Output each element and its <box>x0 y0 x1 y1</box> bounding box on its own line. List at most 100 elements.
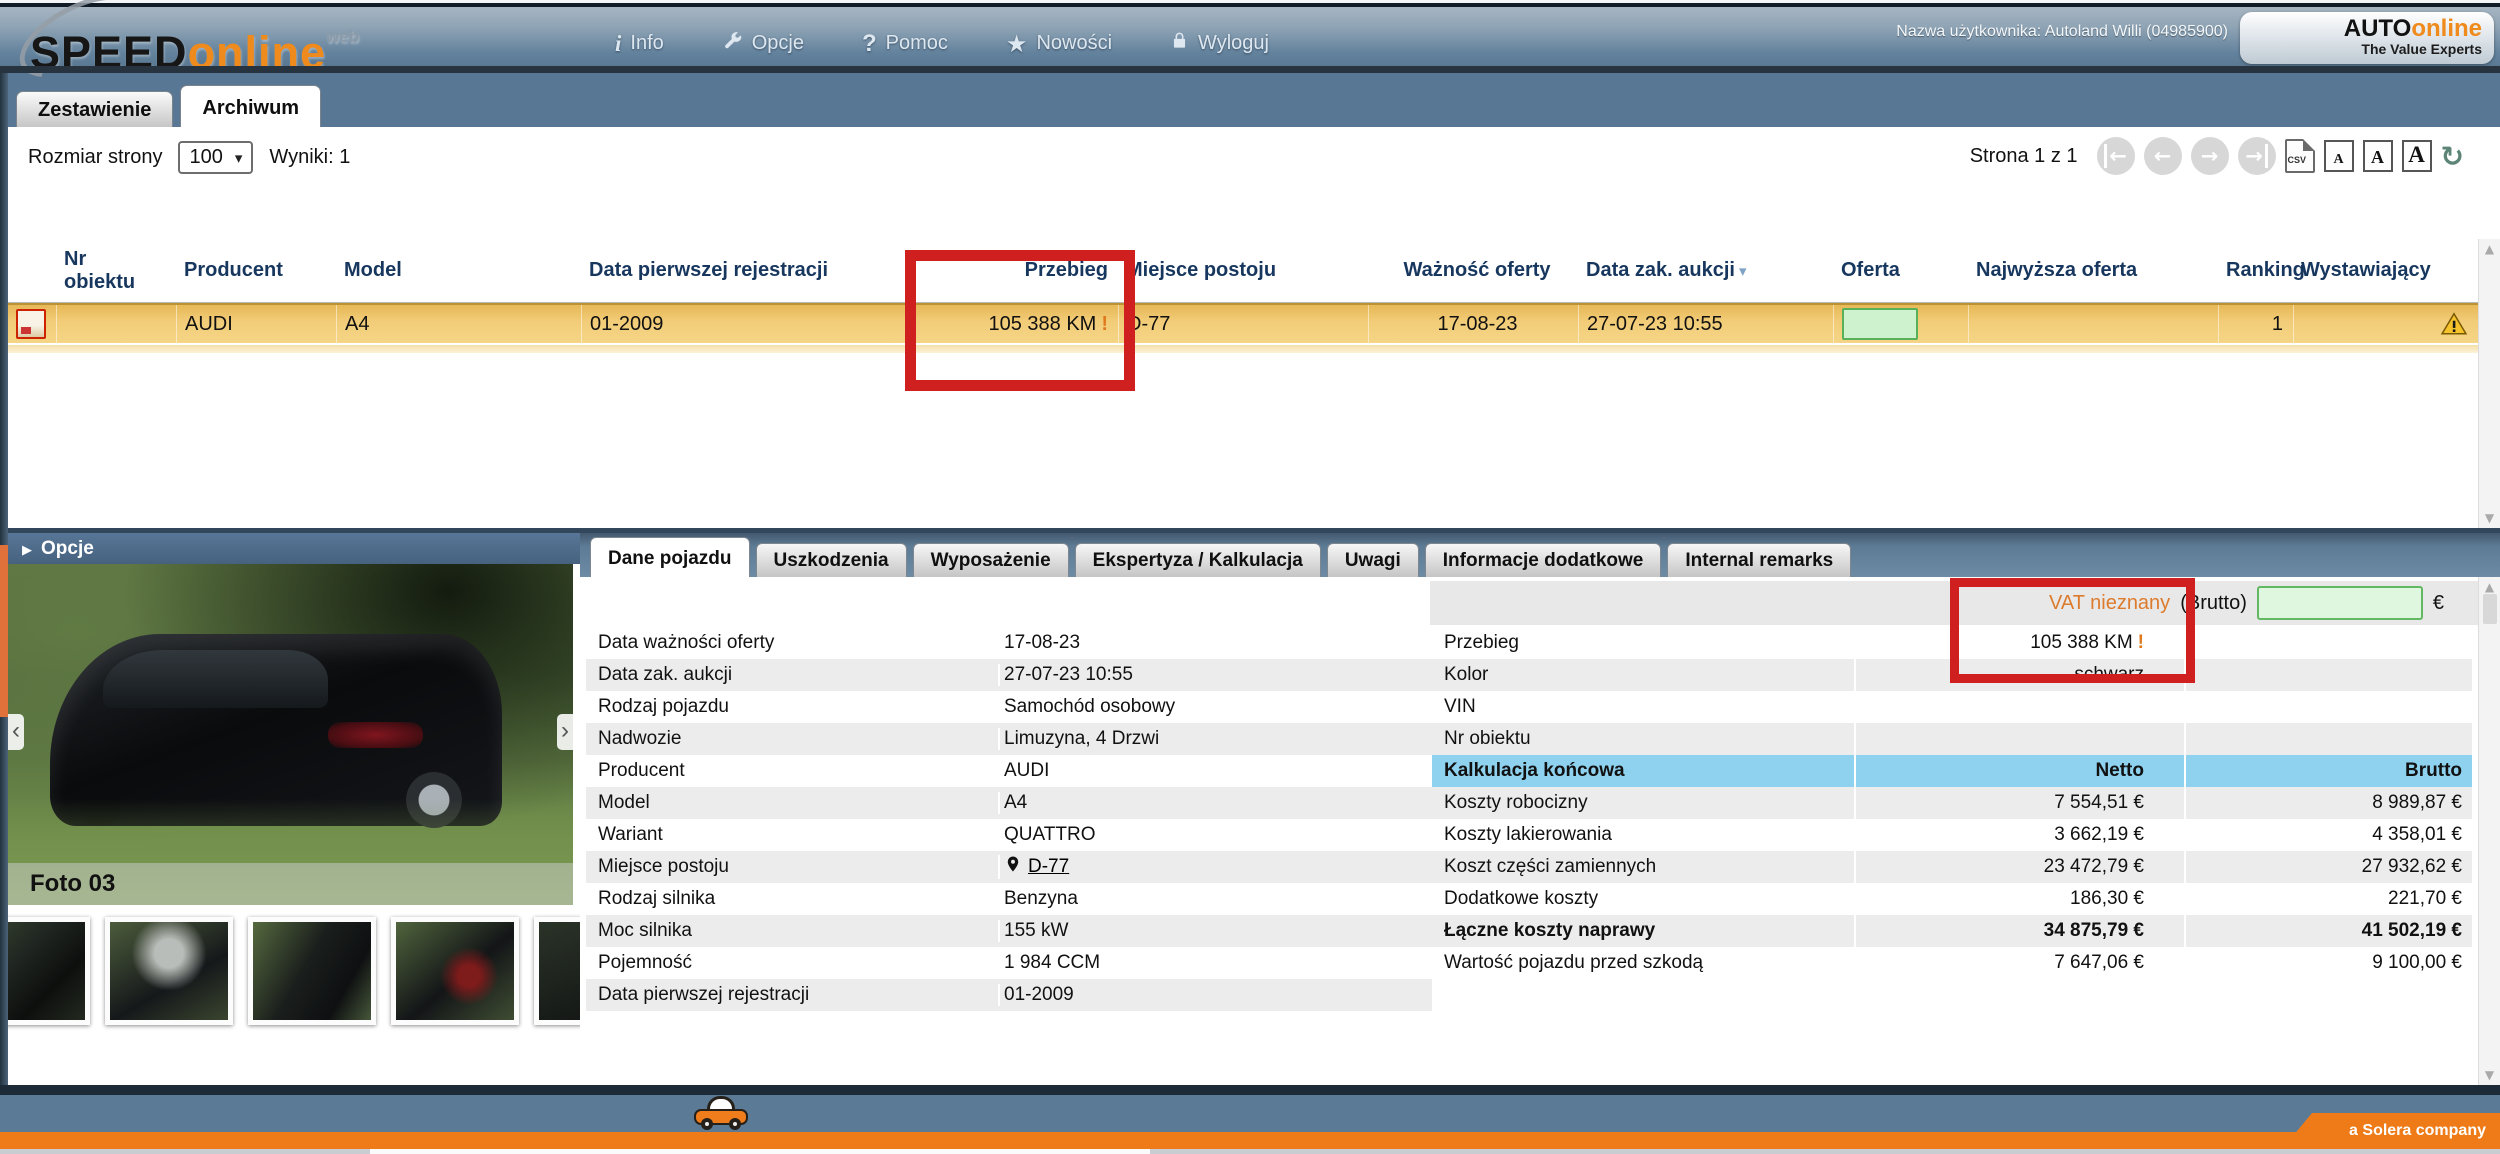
detail-scrollbar[interactable]: ▲ ▼ <box>2478 577 2500 1085</box>
thumbnail-1[interactable] <box>8 917 90 1025</box>
next-page-button[interactable]: → <box>2191 137 2229 175</box>
column-miejsce-postoju[interactable]: Miejsce postoju <box>1118 259 1368 282</box>
row-photo-cell[interactable] <box>8 305 56 343</box>
vat-label: VAT nieznany <box>2049 592 2170 615</box>
last-page-icon: → <box>2245 144 2268 168</box>
tab-uszkodzenia[interactable]: Uszkodzenia <box>756 543 907 577</box>
nav-item-opcje[interactable]: Opcje <box>722 30 804 57</box>
photo-panel: Foto 03 ‹ › <box>8 564 580 1085</box>
field-row: ProducentAUDI <box>586 755 1432 787</box>
row-nr-obiektu <box>56 305 176 343</box>
table-row[interactable]: AUDI A4 01-2009 105 388 KM! D-77 17-08-2… <box>8 303 2478 343</box>
nav-label-info: Info <box>630 32 663 55</box>
left-orange-marker <box>0 545 8 717</box>
thumbnail-4[interactable] <box>391 917 519 1025</box>
calc-row: Koszty lakierowania 3 662,19 € 4 358,01 … <box>1432 819 2472 851</box>
nav-item-pomoc[interactable]: ? Pomoc <box>862 30 948 58</box>
column-przebieg[interactable]: Przebieg <box>906 259 1118 282</box>
column-najwyzsza-oferta[interactable]: Najwyższa oferta <box>1968 259 2218 282</box>
photo-next-button[interactable]: › <box>557 714 573 750</box>
row-highlight-strip <box>8 345 2478 353</box>
field-row: WariantQUATTRO <box>586 819 1432 851</box>
page-size-controls: Rozmiar strony 100 ▾ Wyniki: 1 <box>28 141 350 174</box>
vehicle-detail-panel: VAT nieznany (Brutto) € Data ważności of… <box>580 577 2478 1085</box>
star-icon: ★ <box>1006 30 1028 58</box>
first-page-button[interactable]: ← <box>2097 137 2135 175</box>
first-page-icon: ← <box>2104 144 2127 168</box>
thumbnail-2[interactable] <box>105 917 233 1025</box>
column-model[interactable]: Model <box>336 259 581 282</box>
calc-title: Kalkulacja końcowa <box>1432 760 1854 782</box>
results-scrollbar[interactable]: ▲ ▼ <box>2478 239 2500 528</box>
oferta-input[interactable] <box>1842 308 1918 340</box>
field-row: Moc silnika155 kW <box>586 915 1432 947</box>
column-producent[interactable]: Producent <box>176 259 336 282</box>
tab-dane-pojazdu[interactable]: Dane pojazdu <box>590 537 750 577</box>
car-icon <box>694 1096 748 1130</box>
tab-informacje-dodatkowe[interactable]: Informacje dodatkowe <box>1425 543 1662 577</box>
prev-page-button[interactable]: ← <box>2144 137 2182 175</box>
column-nr-obiektu[interactable]: Nr obiektu <box>56 248 176 294</box>
nav-item-wyloguj[interactable]: Wyloguj <box>1170 31 1269 56</box>
column-wystawiajacy[interactable]: Wystawiający <box>2293 259 2478 282</box>
top-bar-shadow <box>0 66 2500 73</box>
scrollbar-thumb[interactable] <box>2483 594 2497 624</box>
calc-header-row: Kalkulacja końcowa Netto Brutto <box>1432 755 2472 787</box>
brand-online-text: online <box>2411 15 2482 42</box>
solera-branding: a Solera company <box>2282 1113 2500 1149</box>
font-size-medium-button[interactable]: A <box>2363 140 2393 172</box>
brand-auto-text: AUTO <box>2344 15 2412 42</box>
results-table-header: Nr obiektu Producent Model Data pierwsze… <box>8 239 2478 303</box>
photo-prev-button[interactable]: ‹ <box>8 714 24 750</box>
scroll-down-icon[interactable]: ▼ <box>2485 511 2494 525</box>
last-page-button[interactable]: → <box>2238 137 2276 175</box>
thumbnail-3[interactable] <box>248 917 376 1025</box>
options-collapse-bar[interactable]: ▶Opcje <box>8 533 580 564</box>
nav-label-opcje: Opcje <box>752 32 804 55</box>
chevron-down-icon: ▾ <box>235 149 243 167</box>
page-size-select[interactable]: 100 ▾ <box>178 141 253 174</box>
scroll-up-icon[interactable]: ▲ <box>2485 580 2494 594</box>
tab-internal-remarks[interactable]: Internal remarks <box>1667 543 1851 577</box>
vehicle-fields-right: Przebieg 105 388 KM! Kolor schwarz VIN N… <box>1432 627 2472 979</box>
scroll-down-icon[interactable]: ▼ <box>2485 1068 2494 1082</box>
column-oferta[interactable]: Oferta <box>1833 259 1968 282</box>
column-waznosc-oferty[interactable]: Ważność oferty <box>1368 259 1578 282</box>
field-row-vin: VIN <box>1432 691 2472 723</box>
calc-netto-header: Netto <box>1854 755 2184 787</box>
vat-brutto-label: (Brutto) <box>2180 592 2247 615</box>
lock-icon <box>1170 31 1189 56</box>
column-data-zak-aukcji[interactable]: Data zak. aukcji▾ <box>1578 259 1833 282</box>
field-row: Rodzaj pojazduSamochód osobowy <box>586 691 1432 723</box>
field-row-przebieg: Przebieg 105 388 KM! <box>1432 627 2472 659</box>
font-size-large-button[interactable]: A <box>2402 140 2432 172</box>
currency-symbol: € <box>2433 592 2444 615</box>
column-data-pierwszej-rejestracji[interactable]: Data pierwszej rejestracji <box>581 259 906 282</box>
field-row: Rodzaj silnikaBenzyna <box>586 883 1432 915</box>
field-row-kolor: Kolor schwarz <box>1432 659 2472 691</box>
photo-car-taillight <box>328 722 423 748</box>
photo-grass-overlay <box>8 799 573 863</box>
tab-uwagi[interactable]: Uwagi <box>1327 543 1419 577</box>
refresh-button[interactable]: ↻ <box>2441 140 2464 173</box>
tab-zestawienie[interactable]: Zestawienie <box>16 91 173 127</box>
tab-wyposazenie[interactable]: Wyposażenie <box>913 543 1069 577</box>
column-ranking[interactable]: Ranking <box>2218 259 2293 282</box>
scroll-up-icon[interactable]: ▲ <box>2485 242 2494 256</box>
calc-row: Dodatkowe koszty 186,30 € 221,70 € <box>1432 883 2472 915</box>
username-display: Nazwa użytkownika: Autoland Willi (04985… <box>1896 23 2228 41</box>
help-icon: ? <box>862 30 877 58</box>
font-size-small-button[interactable]: A <box>2324 140 2354 172</box>
info-icon: i <box>615 31 621 57</box>
tab-archiwum[interactable]: Archiwum <box>180 85 321 127</box>
nav-item-nowosci[interactable]: ★ Nowości <box>1006 30 1112 58</box>
tab-ekspertyza-kalkulacja[interactable]: Ekspertyza / Kalkulacja <box>1075 543 1321 577</box>
nav-item-info[interactable]: i Info <box>615 31 664 57</box>
nav-label-wyloguj: Wyloguj <box>1198 32 1269 55</box>
csv-export-button[interactable]: CSV <box>2285 139 2315 173</box>
vat-amount-input[interactable] <box>2257 586 2423 620</box>
thumbnail-5[interactable] <box>534 917 580 1025</box>
collapse-arrow-icon: ▶ <box>22 543 32 558</box>
kolor-value: schwarz <box>1854 659 2184 691</box>
storage-location-link[interactable]: D-77 <box>1028 856 1069 878</box>
